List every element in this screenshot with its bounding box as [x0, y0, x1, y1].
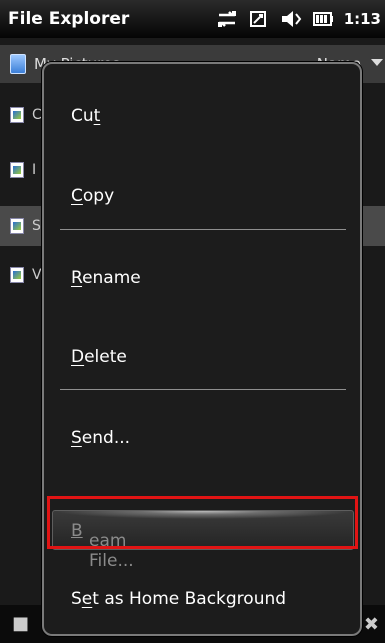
- folder-icon: [10, 54, 26, 74]
- chevron-down-icon[interactable]: [371, 59, 383, 66]
- menu-item-label-disabled: Beam File...: [71, 521, 134, 571]
- file-name: I: [32, 162, 37, 178]
- menu-separator: [60, 389, 346, 390]
- clock: 1:13: [343, 10, 381, 28]
- file-name: C: [32, 107, 42, 123]
- image-file-icon: [10, 218, 24, 234]
- windows-start-icon[interactable]: ■: [12, 613, 34, 635]
- menu-item-beam-file[interactable]: Beam File...: [52, 510, 354, 571]
- menu-item-send[interactable]: Send...: [71, 428, 130, 448]
- image-file-icon: [10, 267, 24, 283]
- signal-icon: [249, 11, 266, 27]
- sync-icon: [217, 11, 236, 27]
- status-bar: File Explorer 1:13: [0, 0, 385, 38]
- volume-icon: [281, 11, 301, 27]
- menu-item-delete[interactable]: Delete: [71, 347, 127, 367]
- file-name: S: [32, 218, 41, 234]
- image-file-icon: [10, 107, 24, 123]
- keyboard-icon[interactable]: ✖: [364, 614, 379, 635]
- menu-item-set-home-background[interactable]: Set as Home Background: [71, 589, 286, 609]
- menu-item-cut[interactable]: Cut: [71, 106, 100, 126]
- image-file-icon: [10, 162, 24, 178]
- app-title: File Explorer: [8, 9, 130, 29]
- menu-separator: [60, 229, 346, 230]
- menu-item-copy[interactable]: Copy: [71, 186, 114, 206]
- battery-icon: [312, 12, 333, 26]
- status-icons: 1:13: [216, 0, 381, 38]
- menu-item-rename[interactable]: Rename: [71, 268, 141, 288]
- file-name: V: [32, 267, 42, 283]
- context-menu: Cut Copy Rename Delete Send... Beam File…: [42, 62, 362, 636]
